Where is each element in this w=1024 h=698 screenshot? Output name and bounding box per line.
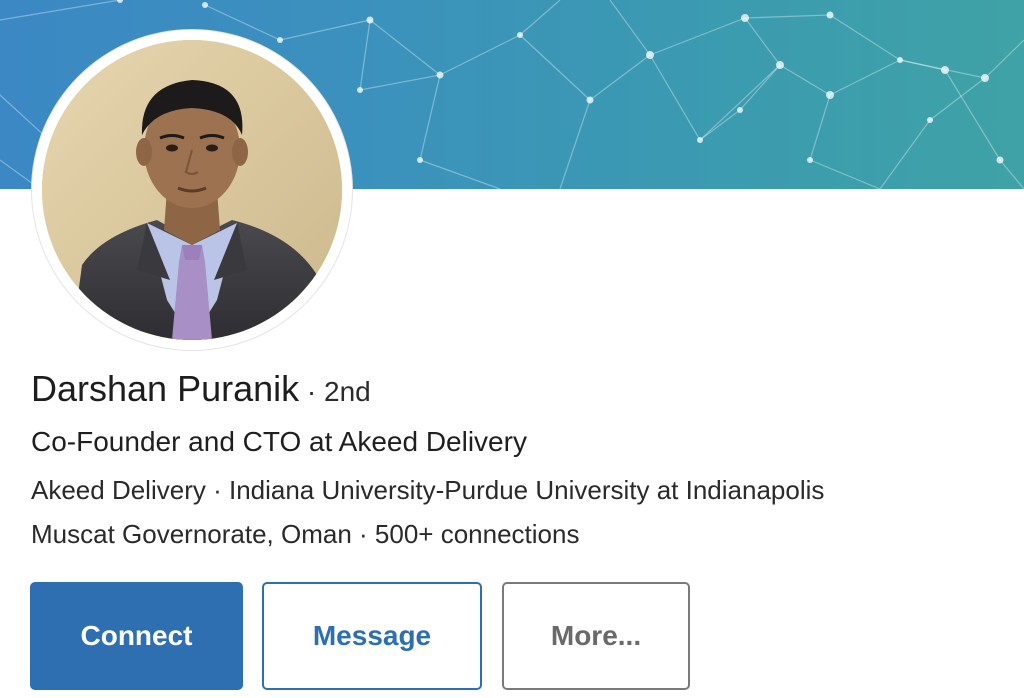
profile-card: Darshan Puranik · 2nd Co-Founder and CTO…: [0, 0, 1024, 698]
profile-headline: Co-Founder and CTO at Akeed Delivery: [31, 426, 527, 457]
profile-photo[interactable]: [42, 40, 342, 340]
message-button[interactable]: Message: [262, 582, 482, 690]
connect-button[interactable]: Connect: [30, 582, 243, 690]
company-education-line: Akeed Delivery · Indiana University-Purd…: [31, 472, 824, 508]
degree-separator: ·: [299, 376, 325, 407]
current-company[interactable]: Akeed Delivery: [31, 475, 206, 505]
name-line: Darshan Puranik · 2nd: [31, 366, 371, 415]
education[interactable]: Indiana University-Purdue University at …: [229, 475, 824, 505]
connection-degree: 2nd: [324, 376, 371, 407]
company-education-separator: ·: [205, 475, 229, 505]
location-separator: ·: [351, 519, 375, 549]
more-button[interactable]: More...: [502, 582, 690, 690]
person-portrait: [42, 40, 342, 340]
location: Muscat Governorate, Oman: [31, 519, 352, 549]
profile-name: Darshan Puranik: [31, 368, 300, 409]
connections-count[interactable]: 500+ connections: [375, 519, 580, 549]
avatar-ring: [32, 30, 352, 350]
location-connections-line: Muscat Governorate, Oman · 500+ connecti…: [31, 516, 579, 552]
